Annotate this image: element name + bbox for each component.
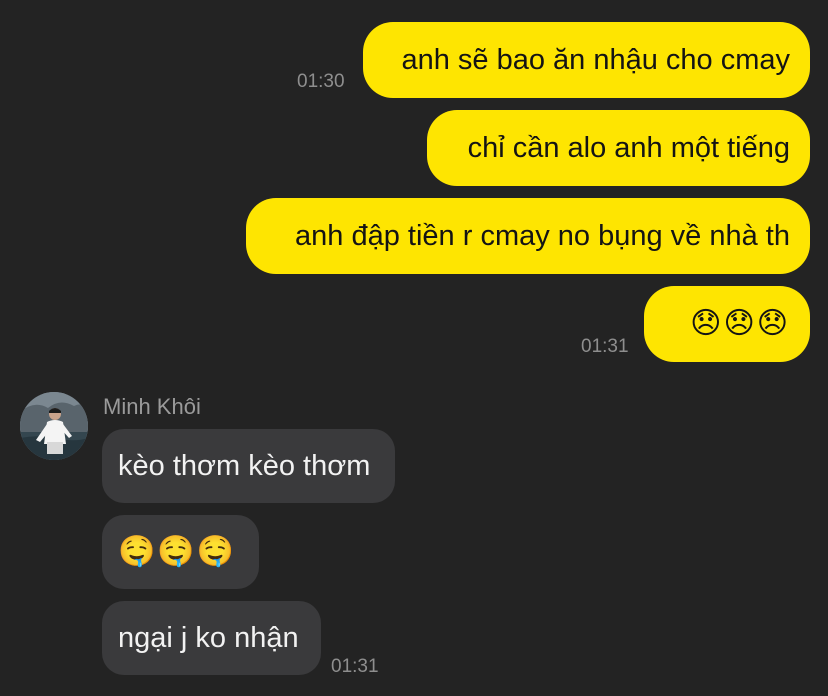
outgoing-message[interactable]: chỉ cần alo anh một tiếng — [427, 110, 810, 186]
outgoing-emoji-message[interactable]: 😞😞😞 — [644, 286, 810, 362]
message-text: chỉ cần alo anh một tiếng — [467, 132, 790, 164]
avatar-photo-icon — [20, 392, 88, 460]
timestamp: 01:30 — [297, 71, 345, 92]
timestamp: 01:31 — [331, 656, 379, 677]
message-text: 😞😞😞 — [690, 306, 790, 341]
outgoing-message[interactable]: anh đập tiền r cmay no bụng về nhà th — [246, 198, 810, 274]
message-text: anh sẽ bao ăn nhậu cho cmay — [401, 44, 790, 76]
sender-name: Minh Khôi — [103, 394, 201, 419]
message-text: anh đập tiền r cmay no bụng về nhà th — [295, 220, 790, 252]
message-text: ngại j ko nhận — [118, 622, 299, 654]
timestamp: 01:31 — [581, 336, 629, 357]
incoming-message[interactable]: ngại j ko nhận — [102, 601, 321, 675]
incoming-emoji-message[interactable]: 🤤🤤🤤 — [102, 515, 259, 589]
message-text: kèo thơm kèo thơm — [118, 450, 371, 482]
avatar[interactable] — [20, 392, 88, 460]
chat-thread: 01:30 anh sẽ bao ăn nhậu cho cmay chỉ cầ… — [0, 0, 828, 696]
message-text: 🤤🤤🤤 — [118, 534, 237, 569]
incoming-message[interactable]: kèo thơm kèo thơm — [102, 429, 395, 503]
outgoing-message[interactable]: anh sẽ bao ăn nhậu cho cmay — [363, 22, 810, 98]
